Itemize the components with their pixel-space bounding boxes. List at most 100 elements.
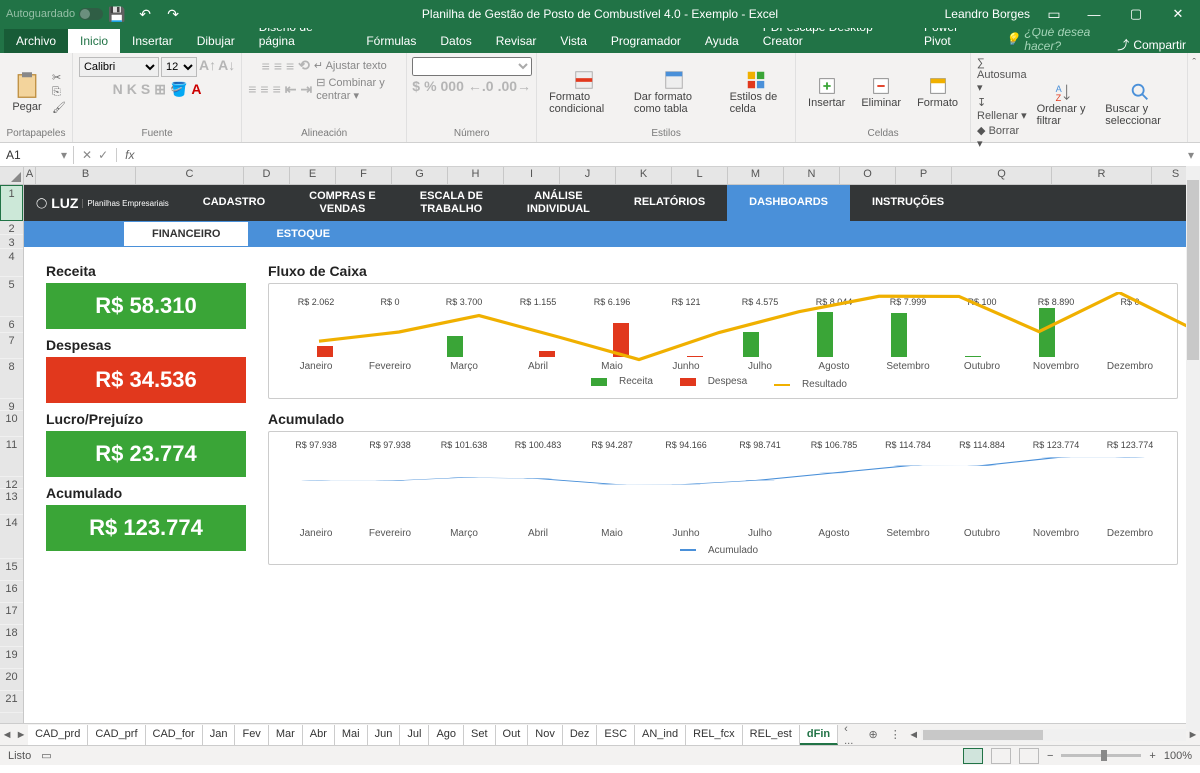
col-c[interactable]: C [136,167,244,184]
row-18[interactable]: 18 [0,625,23,647]
tab-file[interactable]: Archivo [4,29,68,53]
align-top-icon[interactable]: ≡ [262,58,270,74]
macro-record-icon[interactable]: ▭ [41,749,51,762]
horizontal-scrollbar[interactable] [921,729,1186,741]
tab-inicio[interactable]: Inicio [68,29,120,53]
copy-icon[interactable]: ⎘ [52,86,66,99]
tab-formulas[interactable]: Fórmulas [354,29,428,53]
fill-button[interactable]: ↧ Rellenar ▾ [977,96,1027,122]
sheet-tab[interactable]: REL_est [743,725,800,745]
select-all-corner[interactable] [0,167,24,184]
col-e[interactable]: E [290,167,336,184]
hscroll-left[interactable]: ◄ [907,729,921,741]
decrease-font-icon[interactable]: A↓ [218,57,235,77]
cell-styles-button[interactable]: Estilos de celda [724,67,789,117]
col-o[interactable]: O [840,167,896,184]
sheet-tab[interactable]: Abr [303,725,335,745]
sheet-tab[interactable]: AN_ind [635,725,686,745]
col-a[interactable]: A [24,167,36,184]
subtab-financeiro[interactable]: FINANCEIRO [124,222,248,246]
row-2[interactable]: 2 [0,221,23,235]
tab-datos[interactable]: Datos [428,29,483,53]
col-l[interactable]: L [672,167,728,184]
col-b[interactable]: B [36,167,136,184]
sheet-tabs-more[interactable]: ‹ ... [838,720,862,750]
cancel-icon[interactable]: ✕ [82,148,92,162]
row-20[interactable]: 20 [0,669,23,691]
italic-button[interactable]: K [127,81,137,98]
tab-revisar[interactable]: Revisar [484,29,549,53]
merge-button[interactable]: ⊟ Combinar y centrar ▾ [316,76,400,102]
format-cells-button[interactable]: Formato [911,73,964,111]
name-box[interactable]: A1 ▾ [0,146,74,164]
tell-me[interactable]: 💡 ¿Qué desea hacer? [1005,25,1117,53]
sheet-tab[interactable]: Mar [269,725,303,745]
number-format-select[interactable] [412,57,532,76]
cut-icon[interactable]: ✂ [52,71,66,84]
row-21[interactable]: 21 [0,691,23,713]
col-j[interactable]: J [560,167,616,184]
col-g[interactable]: G [392,167,448,184]
bold-button[interactable]: N [113,81,123,98]
col-h[interactable]: H [448,167,504,184]
sheet-tab[interactable]: ESC [597,725,635,745]
row-11[interactable]: 11 [0,437,23,477]
fill-color-icon[interactable]: 🪣 [170,81,187,98]
formula-input[interactable] [142,147,1182,162]
redo-icon[interactable]: ↷ [164,5,182,23]
zoom-slider[interactable] [1061,754,1141,757]
sheet-tab[interactable]: REL_fcx [686,725,743,745]
indent-inc-icon[interactable]: ⇥ [300,81,312,98]
col-m[interactable]: M [728,167,784,184]
sheet-tab[interactable]: Mai [335,725,368,745]
close-button[interactable]: ✕ [1162,6,1194,22]
sheet-tab[interactable]: CAD_for [146,725,203,745]
tab-vista[interactable]: Vista [548,29,598,53]
nav-cadastro[interactable]: CADASTRO [181,185,287,221]
row-15[interactable]: 15 [0,559,23,581]
increase-font-icon[interactable]: A↑ [199,57,216,77]
col-k[interactable]: K [616,167,672,184]
delete-cells-button[interactable]: Eliminar [855,73,907,111]
row-19[interactable]: 19 [0,647,23,669]
align-center-icon[interactable]: ≡ [260,81,268,97]
nav-instrucoes[interactable]: INSTRUÇÕES [850,185,966,221]
row-16[interactable]: 16 [0,581,23,603]
row-13[interactable]: 13 [0,489,23,515]
inc-decimal-icon[interactable]: ←.0 [468,78,494,94]
insert-cells-button[interactable]: Insertar [802,73,851,111]
col-n[interactable]: N [784,167,840,184]
indent-dec-icon[interactable]: ⇤ [285,81,297,98]
thousands-icon[interactable]: 000 [441,78,464,94]
font-name-select[interactable]: Calibri [79,57,159,77]
ribbon-options-icon[interactable]: ▭ [1045,5,1063,23]
sort-filter-button[interactable]: AZOrdenar y filtrar [1031,79,1096,129]
col-r[interactable]: R [1052,167,1152,184]
align-mid-icon[interactable]: ≡ [274,58,282,74]
row-7[interactable]: 7 [0,333,23,359]
underline-button[interactable]: S [141,81,150,98]
nav-dashboards[interactable]: DASHBOARDS [727,185,850,221]
row-12[interactable]: 12 [0,477,23,489]
font-color-icon[interactable]: A [191,81,201,98]
share-button[interactable]: ⤴ Compartir [1117,36,1200,53]
row-17[interactable]: 17 [0,603,23,625]
row-6[interactable]: 6 [0,317,23,333]
wrap-text-button[interactable]: ↵ Ajustar texto [314,59,387,72]
align-left-icon[interactable]: ≡ [248,81,256,97]
percent-icon[interactable]: % [424,78,436,94]
format-table-button[interactable]: Dar formato como tabla [628,67,720,117]
zoom-out-button[interactable]: − [1047,750,1053,762]
col-i[interactable]: I [504,167,560,184]
enter-icon[interactable]: ✓ [98,148,108,162]
zoom-level[interactable]: 100% [1164,750,1192,762]
sheet-tab[interactable]: CAD_prf [88,725,145,745]
row-4[interactable]: 4 [0,249,23,277]
currency-icon[interactable]: $ [412,78,420,94]
tab-insertar[interactable]: Insertar [120,29,185,53]
sheet-tab[interactable]: CAD_prd [28,725,88,745]
maximize-button[interactable]: ▢ [1120,6,1152,22]
sheet-tab[interactable]: Fev [235,725,268,745]
sheet-tab[interactable]: Out [496,725,529,745]
orientation-icon[interactable]: ⟲ [298,57,310,74]
